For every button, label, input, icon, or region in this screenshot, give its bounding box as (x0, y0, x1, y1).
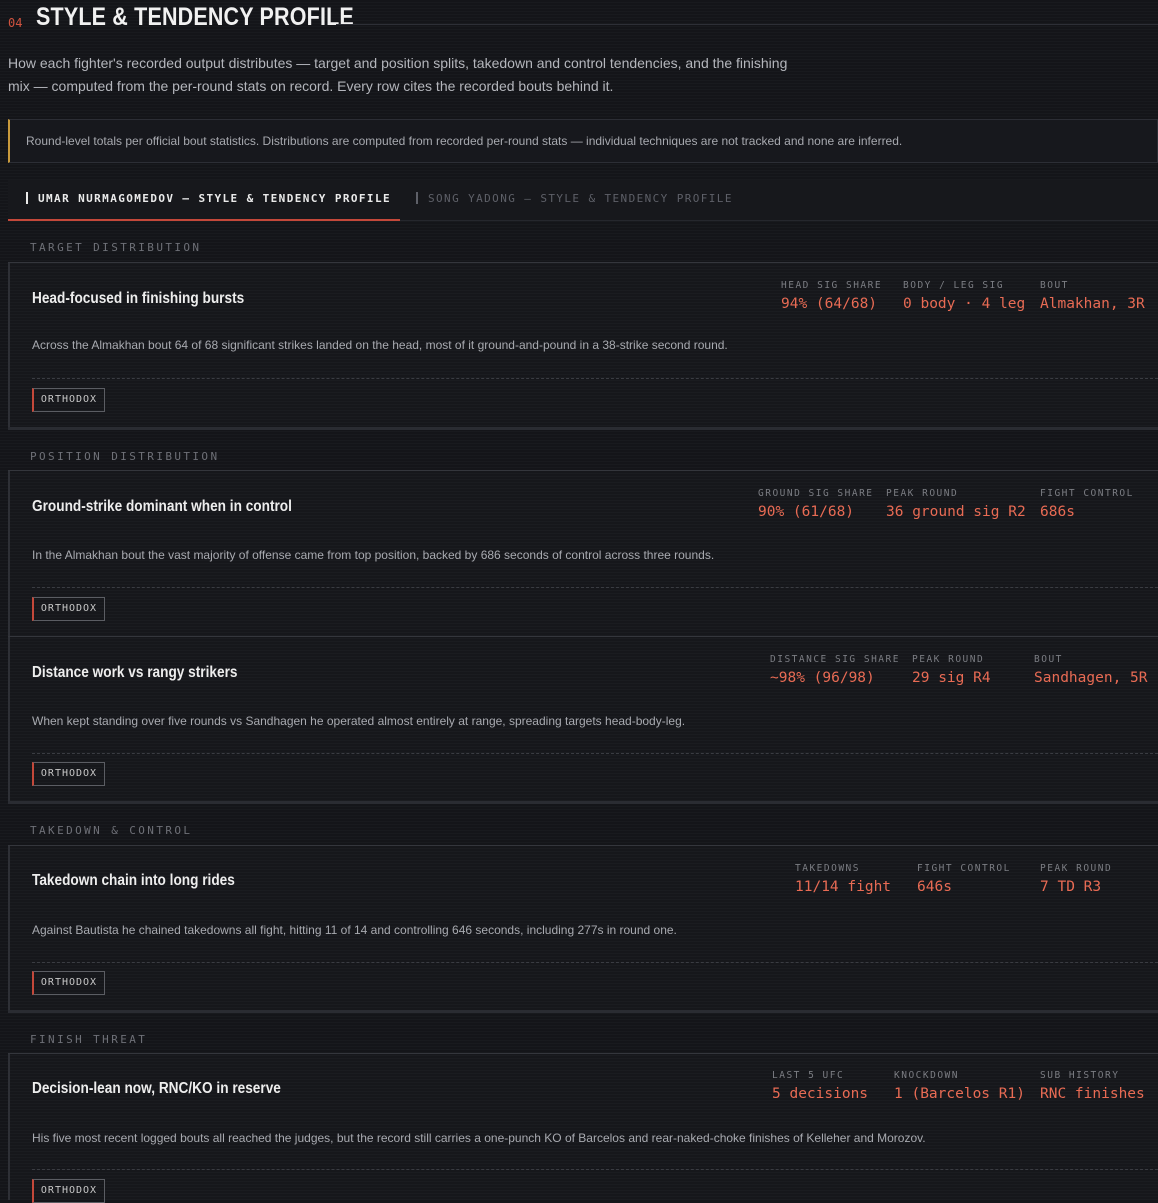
stat-value: 90% (61/68) (758, 504, 855, 520)
section-separator (8, 427, 1158, 430)
tab-marker (416, 192, 418, 204)
intro-text: How each fighter's recorded output distr… (8, 55, 788, 94)
stat-label: BODY / LEG SIG (903, 280, 1005, 291)
card-divider (32, 962, 1158, 963)
page-title: STYLE & TENDENCY PROFILE (36, 3, 354, 31)
stat-label: TAKEDOWNS (795, 863, 860, 874)
tab-song-yadong[interactable]: SONG YADONG — STYLE & TENDENCY PROFILE (416, 180, 733, 221)
stat-takedowns: TAKEDOWNS 11/14 fight (795, 863, 891, 895)
section-label-takedown: TAKEDOWN & CONTROL (30, 824, 193, 837)
card-title: Distance work vs rangy strikers (32, 664, 238, 681)
card-divider (32, 378, 1158, 379)
stat-value: ~98% (96/98) (770, 670, 875, 686)
card-head-focused: Head-focused in finishing bursts HEAD SI… (8, 263, 1158, 427)
stance-badge: ORTHODOX (32, 971, 105, 995)
stat-label: KNOCKDOWN (894, 1070, 959, 1081)
stat-value: 5 decisions (772, 1086, 869, 1102)
stat-value: 7 TD R3 (1040, 879, 1102, 895)
stat-value: 1 (Barcelos R1) (894, 1086, 1025, 1102)
card-title: Head-focused in finishing bursts (32, 290, 245, 307)
card-distance-work: Distance work vs rangy strikers DISTANCE… (8, 637, 1158, 801)
stance-badge: ORTHODOX (32, 597, 105, 621)
stat-knockdown: KNOCKDOWN 1 (Barcelos R1) (894, 1070, 1025, 1102)
stat-fight-control: FIGHT CONTROL 686s (1040, 488, 1134, 520)
section-label-finish: FINISH THREAT (30, 1033, 148, 1046)
card-description: His five most recent logged bouts all re… (32, 1131, 926, 1145)
header-rule (336, 24, 1158, 25)
stat-label: PEAK ROUND (886, 488, 959, 499)
fighter-tabs: UMAR NURMAGOMEDOV — STYLE & TENDENCY PRO… (8, 180, 1158, 221)
stance-badge: ORTHODOX (32, 762, 105, 786)
card-ground-strike: Ground-strike dominant when in control G… (8, 471, 1158, 636)
stat-label: LAST 5 UFC (772, 1070, 845, 1081)
tab-marker (26, 192, 28, 204)
stat-fight-control: FIGHT CONTROL 646s (917, 863, 1011, 895)
section-separator (8, 801, 1158, 804)
stat-value: Almakhan, 3R (1040, 296, 1145, 312)
stat-body-leg-sig: BODY / LEG SIG 0 body · 4 leg (903, 280, 1025, 312)
card-title: Decision-lean now, RNC/KO in reserve (32, 1080, 281, 1097)
section-label-target: TARGET DISTRIBUTION (30, 241, 202, 254)
stat-peak-round: PEAK ROUND 29 sig R4 (912, 654, 991, 686)
stat-value: 686s (1040, 504, 1075, 520)
tab-label: UMAR NURMAGOMEDOV — STYLE & TENDENCY PRO… (38, 192, 391, 205)
stat-last-5-ufc: LAST 5 UFC 5 decisions (772, 1070, 868, 1102)
stat-bout: BOUT Sandhagen, 5R (1034, 654, 1148, 686)
stat-label: BOUT (1040, 280, 1069, 291)
stat-label: PEAK ROUND (1040, 863, 1113, 874)
stat-peak-round: PEAK ROUND 36 ground sig R2 (886, 488, 1026, 520)
stat-value: 36 ground sig R2 (886, 504, 1026, 520)
tab-umar-nurmagomedov[interactable]: UMAR NURMAGOMEDOV — STYLE & TENDENCY PRO… (8, 180, 400, 221)
stats-notice: Round-level totals per official bout sta… (8, 119, 1158, 163)
stat-label: FIGHT CONTROL (917, 863, 1011, 874)
stat-value: 29 sig R4 (912, 670, 991, 686)
stance-badge: ORTHODOX (32, 1179, 105, 1203)
stat-value: 11/14 fight (795, 879, 892, 895)
stat-value: 646s (917, 879, 952, 895)
card-divider (32, 1169, 1158, 1170)
stat-sub-history: SUB HISTORY RNC finishes (1040, 1070, 1145, 1102)
stance-badge: ORTHODOX (32, 388, 105, 412)
stat-label: SUB HISTORY (1040, 1070, 1120, 1081)
section-number: 04 (8, 16, 23, 30)
stat-label: BOUT (1034, 654, 1063, 665)
stat-distance-sig-share: DISTANCE SIG SHARE ~98% (96/98) (770, 654, 900, 686)
card-description: Against Bautista he chained takedowns al… (32, 923, 677, 937)
section-header: 04 STYLE & TENDENCY PROFILE (0, 0, 1158, 42)
stat-label: DISTANCE SIG SHARE (770, 654, 900, 665)
stat-bout: BOUT Almakhan, 3R (1040, 280, 1145, 312)
stat-value: Sandhagen, 5R (1034, 670, 1148, 686)
card-description: In the Almakhan bout the vast majority o… (32, 548, 715, 562)
card-title: Takedown chain into long rides (32, 872, 235, 889)
section-separator (8, 1010, 1158, 1013)
card-description: Across the Almakhan bout 64 of 68 signif… (32, 338, 728, 352)
card-divider (32, 753, 1158, 754)
stat-label: FIGHT CONTROL (1040, 488, 1134, 499)
stat-label: GROUND SIG SHARE (758, 488, 874, 499)
card-takedown-chain: Takedown chain into long rides TAKEDOWNS… (8, 846, 1158, 1010)
card-description: When kept standing over five rounds vs S… (32, 714, 686, 728)
stat-value: RNC finishes (1040, 1086, 1145, 1102)
stat-peak-round: PEAK ROUND 7 TD R3 (1040, 863, 1112, 895)
tab-label: SONG YADONG — STYLE & TENDENCY PROFILE (428, 192, 733, 205)
stat-value: 94% (64/68) (781, 296, 878, 312)
stat-value: 0 body · 4 leg (903, 296, 1026, 312)
stat-head-sig-share: HEAD SIG SHARE 94% (64/68) (781, 280, 882, 312)
card-divider (32, 587, 1158, 588)
section-label-position: POSITION DISTRIBUTION (30, 450, 220, 463)
stat-ground-sig-share: GROUND SIG SHARE 90% (61/68) (758, 488, 874, 520)
card-title: Ground-strike dominant when in control (32, 498, 292, 515)
stat-label: PEAK ROUND (912, 654, 985, 665)
card-finish-threat: Decision-lean now, RNC/KO in reserve LAS… (8, 1054, 1158, 1203)
stat-label: HEAD SIG SHARE (781, 280, 883, 291)
